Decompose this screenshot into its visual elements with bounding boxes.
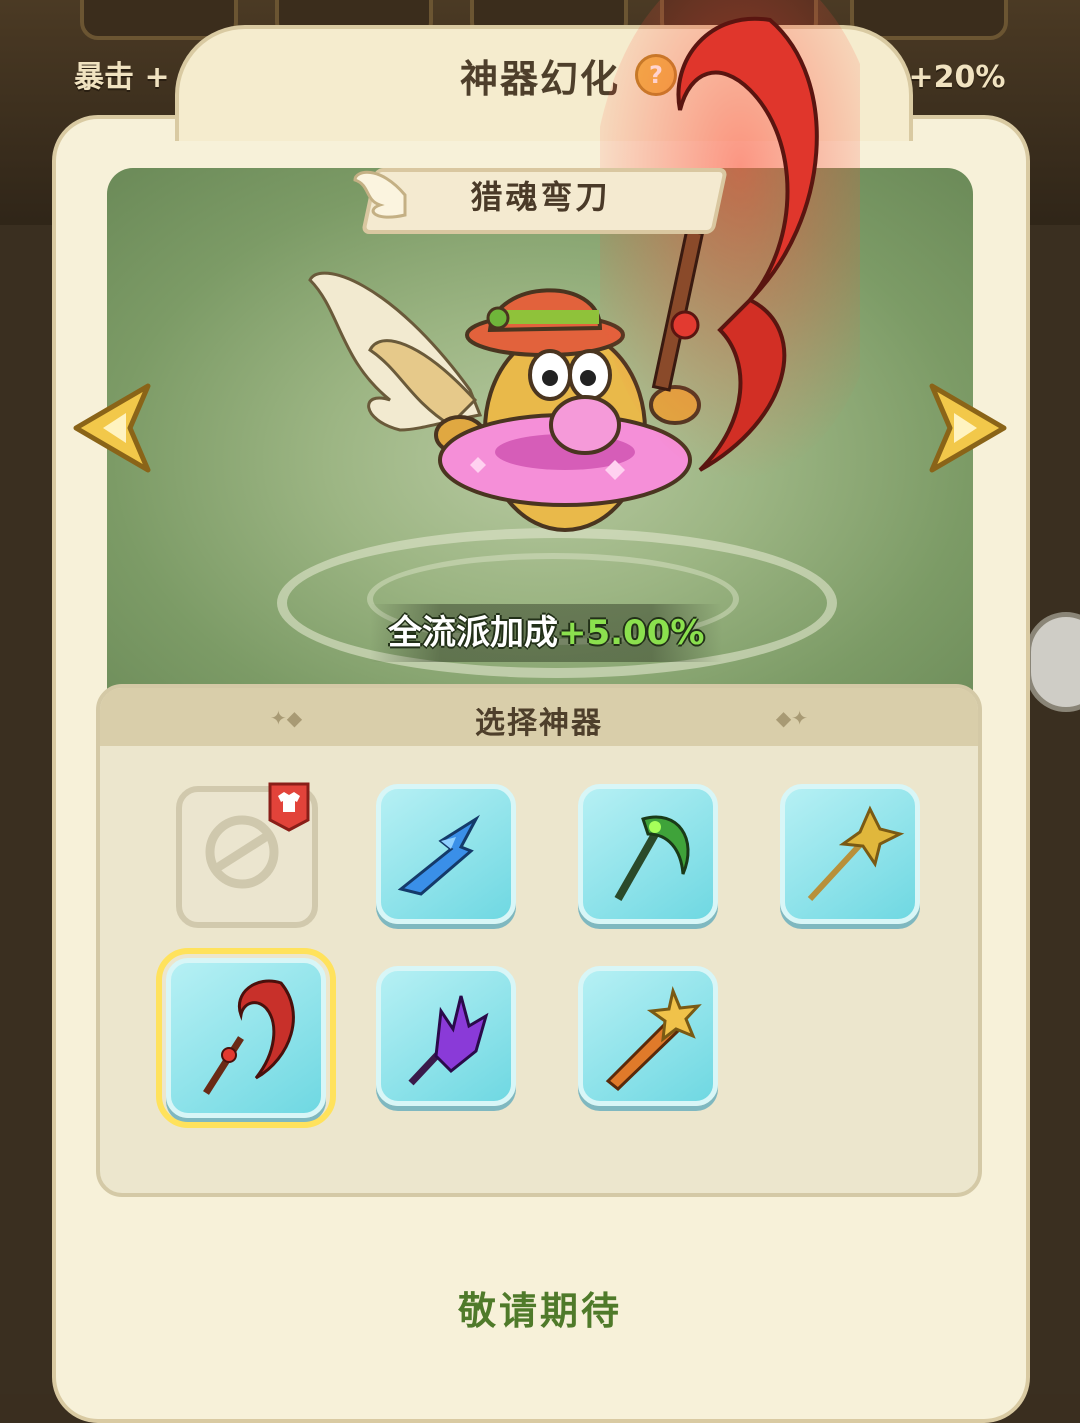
slot-sun-sword[interactable] (578, 966, 718, 1106)
slot-gold-staff[interactable] (780, 784, 920, 924)
outfit-badge-icon (268, 782, 310, 832)
arrow-right-icon[interactable] (926, 378, 1012, 478)
slot-poison-scythe[interactable] (578, 784, 718, 924)
coming-soon-text: 敬请期待 (457, 1289, 622, 1333)
red-scimitar-icon (203, 979, 295, 1095)
sparkle-icon: ◆✦ (775, 706, 808, 730)
artifact-selection-box: 选择神器 ✦◆ ◆✦ (96, 684, 982, 1197)
slot-ice-spear[interactable] (376, 784, 516, 924)
side-box-button[interactable] (1026, 612, 1080, 712)
slot-soul-scimitar[interactable] (156, 948, 336, 1128)
page-title: 神器幻化 (459, 57, 620, 101)
slot-void-blade[interactable] (376, 966, 516, 1106)
scimitar-artwork (600, 0, 860, 480)
gold-staff-icon (807, 805, 905, 902)
bonus-value: +5.00% (558, 613, 705, 653)
sparkle-icon: ✦◆ (270, 706, 303, 730)
selection-title: 选择神器 (475, 706, 603, 741)
artifact-name: 猎魂弯刀 (470, 178, 611, 216)
bonus-line: 全流派加成+5.00% (370, 604, 723, 662)
poison-scythe-icon (614, 815, 690, 901)
arrow-left-icon[interactable] (68, 378, 154, 478)
purple-blade-icon (408, 995, 489, 1086)
fire-sword-icon (605, 986, 702, 1091)
ice-spear-icon (397, 814, 480, 896)
bonus-label: 全流派加成 (388, 613, 558, 653)
